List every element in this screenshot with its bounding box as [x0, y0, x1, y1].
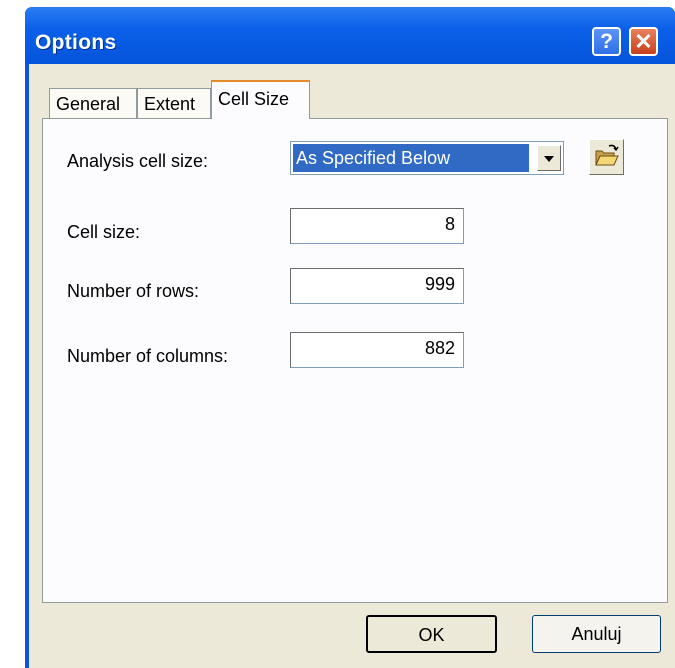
- browse-button[interactable]: [589, 139, 624, 175]
- tab-extent[interactable]: Extent: [137, 88, 211, 118]
- analysis-cell-size-value: As Specified Below: [293, 144, 529, 172]
- analysis-cell-size-select[interactable]: As Specified Below: [290, 141, 564, 175]
- columns-label: Number of columns:: [67, 346, 229, 366]
- ok-button[interactable]: OK: [366, 615, 497, 653]
- cell-size-panel: Analysis cell size: As Specified Below C…: [42, 118, 668, 603]
- columns-input[interactable]: 882: [290, 332, 464, 368]
- title-bar[interactable]: Options ? ✕: [25, 7, 675, 64]
- help-button[interactable]: ?: [592, 27, 621, 56]
- analysis-cell-size-label: Analysis cell size:: [67, 151, 209, 171]
- dialog-body: General Extent Cell Size Analysis cell s…: [29, 64, 675, 668]
- cell-size-input[interactable]: 8: [290, 208, 464, 244]
- options-dialog: Options ? ✕ General Extent Cell Size Ana…: [25, 7, 675, 668]
- tab-cell-size[interactable]: Cell Size: [211, 80, 310, 119]
- close-button[interactable]: ✕: [629, 27, 658, 56]
- rows-label: Number of rows:: [67, 281, 200, 301]
- tab-general[interactable]: General: [49, 88, 137, 118]
- cell-size-label: Cell size:: [67, 222, 141, 242]
- chevron-down-icon[interactable]: [537, 145, 561, 171]
- open-folder-icon: [595, 144, 619, 166]
- window-title: Options: [35, 31, 117, 54]
- rows-input[interactable]: 999: [290, 268, 464, 304]
- cancel-button[interactable]: Anuluj: [532, 615, 661, 653]
